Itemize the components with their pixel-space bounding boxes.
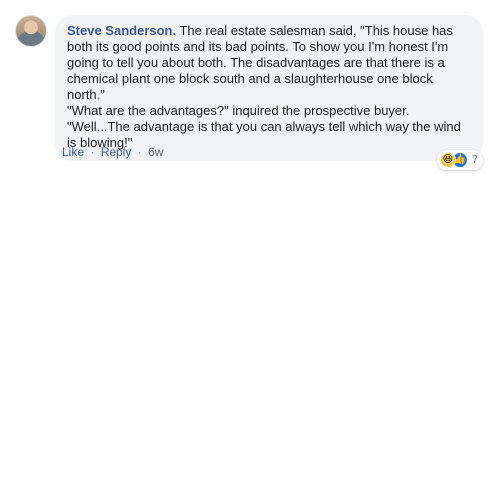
haha-icon: 😆 bbox=[439, 152, 456, 168]
author-name[interactable]: Steve Sanderson. bbox=[67, 23, 176, 38]
avatar[interactable] bbox=[15, 15, 47, 47]
reaction-count: 7 bbox=[471, 154, 478, 166]
like-button[interactable]: Like bbox=[62, 145, 84, 159]
comment-actions: Like · Reply · 6w bbox=[62, 145, 163, 159]
separator: · bbox=[90, 145, 95, 159]
separator: · bbox=[137, 145, 142, 159]
comment-text: The real estate salesman said, "This hou… bbox=[67, 23, 461, 150]
reply-button[interactable]: Reply bbox=[101, 145, 132, 159]
comment-bubble: Steve Sanderson. The real estate salesma… bbox=[55, 15, 483, 170]
reactions-summary[interactable]: 😆 👍 7 bbox=[436, 150, 483, 170]
timestamp[interactable]: 6w bbox=[148, 145, 163, 159]
